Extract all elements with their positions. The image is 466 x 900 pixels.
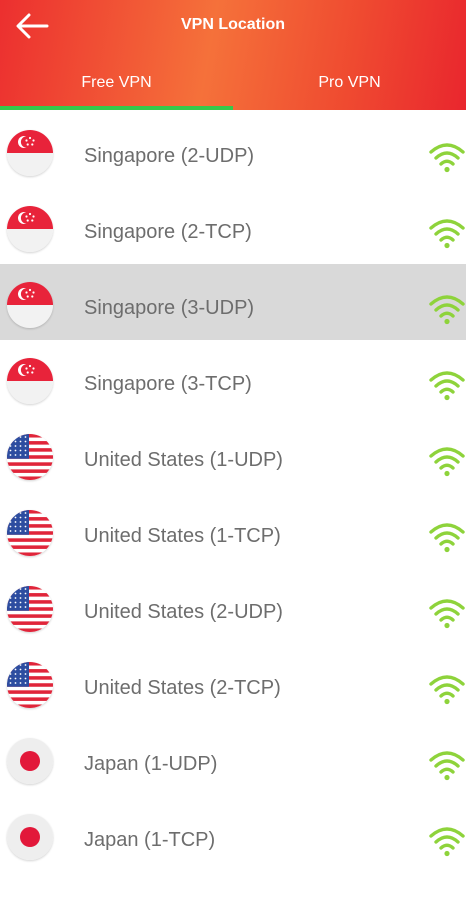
page-title: VPN Location (180, 16, 285, 33)
server-row[interactable]: United States (2-TCP) (0, 644, 466, 720)
us-flag-icon (7, 662, 53, 708)
wifi-signal-icon (428, 293, 466, 325)
wifi-signal-icon (428, 521, 466, 553)
wifi-signal-icon (428, 445, 466, 477)
singapore-flag-icon (7, 282, 53, 328)
server-row[interactable]: Singapore (3-UDP) (0, 264, 466, 340)
server-name: United States (1-TCP) (84, 525, 281, 547)
server-name: Singapore (3-TCP) (84, 373, 252, 395)
us-flag-icon (7, 434, 53, 480)
wifi-signal-icon (428, 141, 466, 173)
japan-flag-icon (7, 814, 53, 860)
server-name: United States (1-UDP) (84, 449, 283, 471)
wifi-signal-icon (428, 217, 466, 249)
singapore-flag-icon (7, 358, 53, 404)
server-name: Singapore (2-UDP) (84, 145, 255, 167)
app-bar: VPN Location Free VPN Pro VPN (0, 0, 466, 110)
server-name: United States (2-UDP) (84, 601, 283, 623)
wifi-signal-icon (428, 673, 466, 705)
server-row[interactable]: United States (2-UDP) (0, 568, 466, 644)
wifi-signal-icon (428, 825, 466, 857)
wifi-signal-icon (428, 369, 466, 401)
wifi-signal-icon (428, 597, 466, 629)
japan-flag-icon (7, 738, 53, 784)
wifi-signal-icon (428, 749, 466, 781)
singapore-flag-icon (7, 130, 53, 176)
server-row[interactable]: Japan (1-UDP) (0, 720, 466, 796)
server-row[interactable]: Singapore (2-UDP) (0, 112, 466, 188)
server-row[interactable]: Singapore (2-TCP) (0, 188, 466, 264)
server-name: Japan (1-TCP) (84, 829, 216, 851)
server-row[interactable]: United States (1-UDP) (0, 416, 466, 492)
server-row[interactable]: Japan (1-TCP) (0, 796, 466, 872)
tab-bar: Free VPN Pro VPN (0, 66, 466, 110)
server-name: Japan (1-UDP) (84, 753, 218, 775)
server-row[interactable]: Singapore (3-TCP) (0, 340, 466, 416)
tab-pro-vpn[interactable]: Pro VPN (233, 66, 466, 110)
singapore-flag-icon (7, 206, 53, 252)
tab-free-vpn[interactable]: Free VPN (0, 66, 233, 110)
us-flag-icon (7, 586, 53, 632)
server-name: Singapore (2-TCP) (84, 221, 252, 243)
server-row[interactable]: United States (1-TCP) (0, 492, 466, 568)
server-name: Singapore (3-UDP) (84, 297, 255, 319)
us-flag-icon (7, 510, 53, 556)
server-name: United States (2-TCP) (84, 677, 281, 699)
server-list: Singapore (2-UDP) Singapore (2-TCP) Singap… (0, 112, 466, 872)
